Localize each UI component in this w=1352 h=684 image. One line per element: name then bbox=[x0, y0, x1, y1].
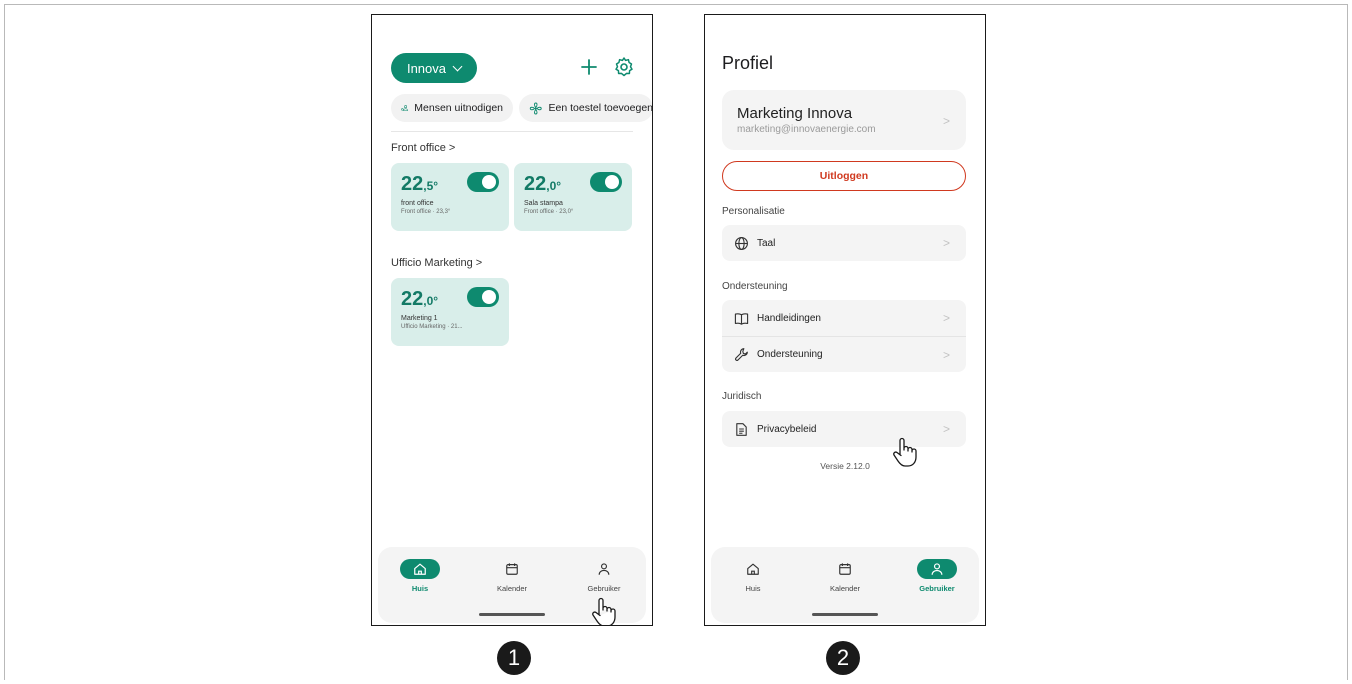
settings-item-label: Privacybeleid bbox=[757, 423, 817, 435]
chevron-right-icon: > bbox=[942, 422, 950, 436]
settings-item-manuals[interactable]: Handleidingen > bbox=[722, 300, 966, 336]
settings-item-label: Taal bbox=[757, 237, 776, 249]
settings-item-privacy-policy[interactable]: Privacybeleid > bbox=[722, 411, 966, 447]
thermostat-card[interactable]: 22,5° front office Front office · 23,3° bbox=[391, 163, 509, 231]
nav-item-home[interactable]: Huis bbox=[380, 559, 460, 593]
account-email: marketing@innovaenergie.com bbox=[737, 124, 876, 135]
settings-group: Handleidingen > Ondersteuning > bbox=[722, 300, 966, 372]
settings-item-support[interactable]: Ondersteuning > bbox=[722, 336, 966, 372]
nav-label-user: Gebruiker bbox=[919, 584, 955, 593]
section-title-legal: Juridisch bbox=[722, 391, 762, 402]
pointer-hand-icon bbox=[893, 437, 917, 467]
user-icon bbox=[917, 559, 957, 579]
people-icon bbox=[401, 105, 408, 111]
nav-item-user[interactable]: Gebruiker bbox=[564, 559, 644, 593]
nav-label-home: Huis bbox=[411, 584, 429, 593]
group-title-ufficio-marketing[interactable]: Ufficio Marketing > bbox=[391, 257, 482, 269]
settings-item-language[interactable]: Taal > bbox=[722, 225, 966, 261]
nav-item-home[interactable]: Huis bbox=[713, 559, 793, 593]
settings-group: Taal > bbox=[722, 225, 966, 261]
calendar-icon bbox=[825, 559, 865, 579]
bottom-navigation: Huis Kalender Gebruiker bbox=[711, 547, 979, 623]
step-number-badge: 2 bbox=[826, 641, 860, 675]
home-icon bbox=[400, 559, 440, 579]
invite-people-chip[interactable]: Mensen uitnodigen bbox=[391, 94, 513, 122]
plus-icon[interactable] bbox=[577, 55, 601, 79]
section-title-support: Ondersteuning bbox=[722, 281, 788, 292]
home-icon bbox=[733, 559, 773, 579]
nav-label-user: Gebruiker bbox=[587, 584, 621, 593]
thermostat-name: Sala stampa bbox=[524, 200, 563, 207]
page-title: Profiel bbox=[722, 53, 774, 73]
chevron-right-icon: > bbox=[942, 114, 950, 128]
home-selector-button[interactable]: Innova bbox=[391, 53, 477, 83]
app-version: Versie 2.12.0 bbox=[820, 461, 870, 471]
home-indicator bbox=[812, 613, 878, 616]
settings-group: Privacybeleid > bbox=[722, 411, 966, 447]
phone-screen-profile: Profiel Marketing Innova marketing@innov… bbox=[704, 14, 986, 626]
book-icon bbox=[733, 310, 749, 326]
thermostat-subtitle: Front office · 23,0° bbox=[524, 209, 574, 215]
step-number-badge: 1 bbox=[497, 641, 531, 675]
chevron-right-icon: > bbox=[942, 311, 950, 325]
gear-icon[interactable] bbox=[612, 55, 636, 79]
globe-icon bbox=[733, 235, 749, 251]
nav-item-user[interactable]: Gebruiker bbox=[897, 559, 977, 593]
add-device-chip[interactable]: Een toestel toevoegen bbox=[519, 94, 653, 122]
account-name: Marketing Innova bbox=[737, 105, 853, 122]
section-title-personalisation: Personalisatie bbox=[722, 206, 785, 217]
chevron-down-icon bbox=[452, 61, 463, 71]
calendar-icon bbox=[492, 559, 532, 579]
thermostat-subtitle: Front office · 23,3° bbox=[401, 209, 451, 215]
add-device-label: Een toestel toevoegen bbox=[548, 102, 653, 114]
nav-item-calendar[interactable]: Kalender bbox=[805, 559, 885, 593]
chevron-right-icon: > bbox=[942, 348, 950, 362]
chevron-right-icon: > bbox=[942, 236, 950, 250]
thermostat-card[interactable]: 22,0° Sala stampa Front office · 23,0° bbox=[514, 163, 632, 231]
thermostat-toggle[interactable] bbox=[467, 287, 499, 307]
home-indicator bbox=[479, 613, 545, 616]
temperature-value: 22,0° bbox=[401, 288, 439, 310]
wrench-icon bbox=[733, 347, 749, 363]
settings-item-label: Ondersteuning bbox=[757, 349, 823, 360]
phone-screen-home: Innova Mensen uitnodigen Een toestel toe… bbox=[371, 14, 653, 626]
figure-frame bbox=[4, 4, 1348, 680]
thermostat-subtitle: Ufficio Marketing · 21... bbox=[401, 324, 463, 330]
pointer-hand-icon bbox=[592, 597, 616, 625]
group-title-front-office[interactable]: Front office > bbox=[391, 142, 455, 154]
thermostat-name: front office bbox=[401, 200, 434, 207]
nav-label-calendar: Kalender bbox=[496, 584, 528, 593]
thermostat-card[interactable]: 22,0° Marketing 1 Ufficio Marketing · 21… bbox=[391, 278, 509, 346]
nav-label-home: Huis bbox=[745, 584, 761, 593]
fan-icon bbox=[529, 102, 542, 114]
thermostat-name: Marketing 1 bbox=[401, 315, 438, 322]
account-card[interactable]: Marketing Innova marketing@innovaenergie… bbox=[722, 90, 966, 150]
temperature-value: 22,5° bbox=[401, 173, 439, 195]
invite-people-label: Mensen uitnodigen bbox=[414, 102, 503, 114]
home-selector-label: Innova bbox=[406, 60, 447, 76]
logout-button[interactable]: Uitloggen bbox=[722, 161, 966, 191]
settings-item-label: Handleidingen bbox=[757, 312, 821, 324]
nav-item-calendar[interactable]: Kalender bbox=[472, 559, 552, 593]
document-icon bbox=[733, 421, 749, 437]
thermostat-toggle[interactable] bbox=[590, 172, 622, 192]
thermostat-toggle[interactable] bbox=[467, 172, 499, 192]
user-icon bbox=[584, 559, 624, 579]
temperature-value: 22,0° bbox=[524, 173, 562, 195]
divider bbox=[391, 131, 633, 132]
nav-label-calendar: Kalender bbox=[829, 584, 861, 593]
